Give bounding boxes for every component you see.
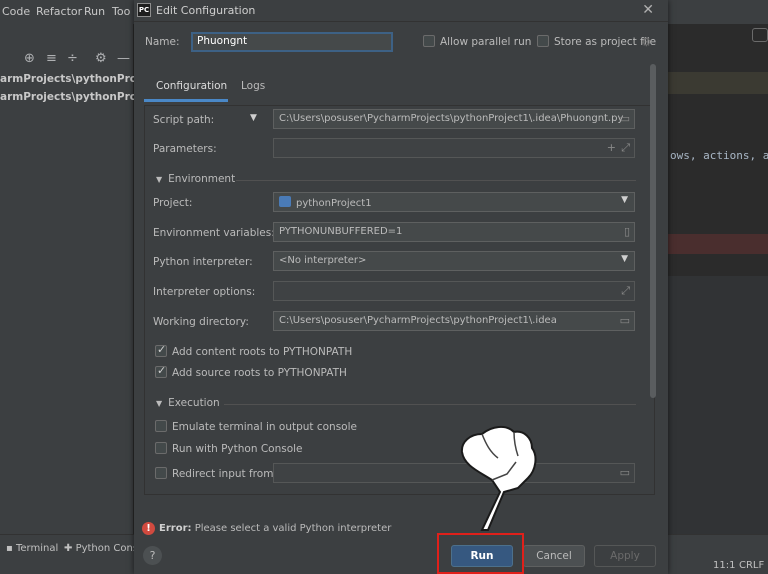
locate-icon[interactable]: ⊕ <box>24 51 35 66</box>
folder-icon[interactable]: ▭ <box>620 112 630 125</box>
script-path-field[interactable]: C:\Users\posuser\PycharmProjects\pythonP… <box>273 109 635 129</box>
edit-list-icon[interactable]: ▯ <box>624 225 630 238</box>
interpreter-label: Python interpreter: <box>153 256 253 268</box>
project-label: Project: <box>153 197 193 209</box>
env-vars-label: Environment variables: <box>153 227 275 239</box>
tab-python-console[interactable]: ✚ Python Cons <box>64 543 138 554</box>
parameters-label: Parameters: <box>153 143 217 155</box>
chevron-down-icon: ▼ <box>621 195 628 205</box>
dialog-title: Edit Configuration <box>156 4 256 17</box>
section-divider <box>224 404 636 405</box>
tab-configuration[interactable]: Configuration <box>156 80 227 92</box>
tab-logs[interactable]: Logs <box>241 80 265 92</box>
python-console-checkbox[interactable] <box>155 442 167 454</box>
execution-section[interactable]: ▼ Execution <box>156 397 220 409</box>
apply-button[interactable]: Apply <box>594 545 656 567</box>
panel-scrollbar[interactable] <box>650 64 656 398</box>
editor-text: ows, actions, a <box>670 149 768 162</box>
dialog-titlebar[interactable]: PC Edit Configuration ✕ <box>134 0 668 22</box>
script-path-value: C:\Users\posuser\PycharmProjects\pythonP… <box>279 113 624 124</box>
project-dropdown[interactable]: pythonProject1 ▼ <box>273 192 635 212</box>
environment-section[interactable]: ▼ Environment <box>156 173 235 185</box>
name-label: Name: <box>145 36 180 48</box>
editor-lower-pane <box>668 276 768 534</box>
parameters-field[interactable]: + ⤢ <box>273 138 635 158</box>
settings-gear-icon: ⚙ <box>641 35 652 49</box>
gear-icon[interactable]: ⚙ <box>95 51 107 66</box>
name-input[interactable]: Phuongnt <box>191 32 393 52</box>
help-button[interactable]: ? <box>143 546 162 565</box>
content-roots-checkbox[interactable] <box>155 343 167 357</box>
tab-python-console-label: Python Cons <box>75 543 139 554</box>
tab-terminal[interactable]: ▪ Terminal <box>6 543 58 554</box>
execution-section-label: Execution <box>168 397 220 409</box>
sidebar-toolbar: ⊕ ≡ ÷ ⚙ — <box>0 48 134 72</box>
folder-icon[interactable]: ▭ <box>620 466 630 479</box>
collapse-triangle-icon: ▼ <box>156 175 163 184</box>
python-console-label: Run with Python Console <box>172 443 303 455</box>
expand-icon[interactable]: ⤢ <box>621 141 630 155</box>
error-text: Please select a valid Python interpreter <box>194 523 392 534</box>
interpreter-value: <No interpreter> <box>279 255 367 266</box>
redirect-input-label: Redirect input from: <box>172 468 277 480</box>
emulate-terminal-label: Emulate terminal in output console <box>172 421 357 433</box>
editor-area: ows, actions, a <box>668 24 768 534</box>
environment-section-label: Environment <box>168 173 236 185</box>
working-dir-value: C:\Users\posuser\PycharmProjects\pythonP… <box>279 315 557 326</box>
expand-all-icon[interactable]: ≡ <box>46 51 57 66</box>
tab-terminal-label: Terminal <box>15 543 59 554</box>
collapse-all-icon[interactable]: ÷ <box>67 51 78 66</box>
script-path-label: Script path: <box>153 114 215 126</box>
env-vars-value: PYTHONUNBUFFERED=1 <box>279 226 403 237</box>
add-icon[interactable]: + <box>607 141 616 154</box>
pointing-hand-icon <box>460 426 537 531</box>
editor-error-line <box>668 234 768 254</box>
chevron-down-icon: ▼ <box>621 254 628 264</box>
python-project-icon <box>279 196 291 207</box>
menu-code[interactable]: Code <box>2 5 30 18</box>
editor-highlight-line <box>668 72 768 94</box>
project-sidebar: ⊕ ≡ ÷ ⚙ — armProjects\pythonProject1 arm… <box>0 24 166 534</box>
section-divider <box>236 180 636 181</box>
allow-parallel-label: Allow parallel run <box>440 36 532 48</box>
store-project-checkbox[interactable] <box>537 35 549 47</box>
interpreter-dropdown[interactable]: <No interpreter> ▼ <box>273 251 635 271</box>
error-prefix: Error: <box>159 523 192 534</box>
env-vars-field[interactable]: PYTHONUNBUFFERED=1 ▯ <box>273 222 635 242</box>
error-icon: ! <box>142 522 155 535</box>
script-type-dropdown-icon[interactable]: ▼ <box>250 113 257 123</box>
pycharm-logo-icon: PC <box>137 3 151 17</box>
menu-tools[interactable]: Too <box>112 5 130 18</box>
interpreter-options-label: Interpreter options: <box>153 286 256 298</box>
expand-icon[interactable]: ⤢ <box>621 284 630 298</box>
collapse-triangle-icon: ▼ <box>156 399 163 408</box>
project-value: pythonProject1 <box>296 198 372 209</box>
editor-toolbar-button[interactable] <box>752 28 768 42</box>
cancel-button[interactable]: Cancel <box>523 545 585 567</box>
edit-configuration-dialog: PC Edit Configuration ✕ Name: Phuongnt A… <box>134 0 668 574</box>
menu-refactor[interactable]: Refactor <box>36 5 82 18</box>
source-roots-label: Add source roots to PYTHONPATH <box>172 367 347 379</box>
active-tab-indicator <box>144 99 228 102</box>
content-roots-label: Add content roots to PYTHONPATH <box>172 346 353 358</box>
working-dir-label: Working directory: <box>153 316 249 328</box>
hide-icon[interactable]: — <box>117 51 130 66</box>
working-dir-field[interactable]: C:\Users\posuser\PycharmProjects\pythonP… <box>273 311 635 331</box>
close-icon[interactable]: ✕ <box>642 2 654 18</box>
allow-parallel-checkbox[interactable] <box>423 35 435 47</box>
menu-run[interactable]: Run <box>84 5 105 18</box>
source-roots-checkbox[interactable] <box>155 364 167 378</box>
redirect-input-checkbox[interactable] <box>155 467 167 479</box>
error-message: Error: Please select a valid Python inte… <box>159 523 391 534</box>
interpreter-options-field[interactable]: ⤢ <box>273 281 635 301</box>
folder-icon[interactable]: ▭ <box>620 314 630 327</box>
status-line-ending[interactable]: CRLF <box>739 560 764 571</box>
emulate-terminal-checkbox[interactable] <box>155 420 167 432</box>
run-button-highlight <box>437 533 524 574</box>
status-position[interactable]: 11:1 <box>713 560 735 571</box>
